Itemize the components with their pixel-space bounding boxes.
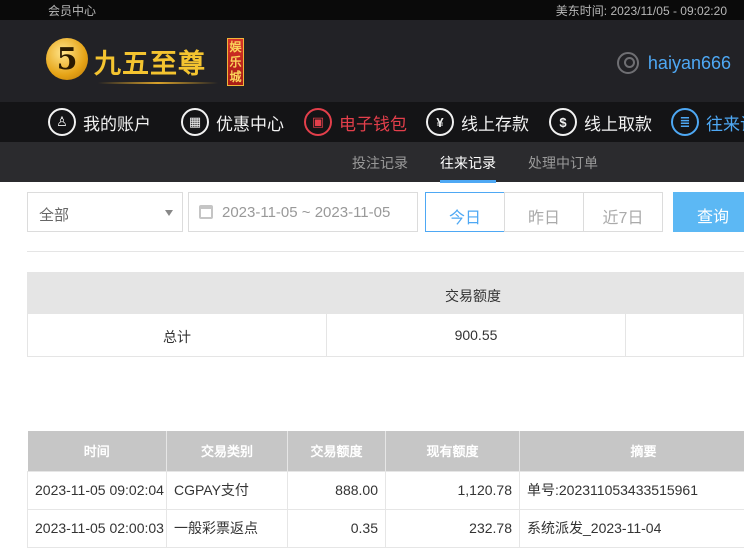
nav-item-e-wallet[interactable]: ▣ 电子钱包	[304, 107, 407, 137]
tab-pending-orders[interactable]: 处理中订单	[528, 153, 598, 173]
logo-text: 九五至尊	[94, 42, 206, 81]
nav-item-withdraw[interactable]: $ 线上取款	[549, 107, 652, 137]
main-nav: ♙ 我的账户 ▦ 优惠中心 ▣ 电子钱包 ¥ 线上存款 $ 线上取款 ≣ 往来记	[0, 102, 744, 142]
column-header-balance: 现有额度	[386, 431, 520, 471]
column-header-time: 时间	[28, 431, 167, 471]
cell-summary: 系统派发_2023-11-04	[520, 509, 744, 547]
withdraw-icon: $	[549, 108, 577, 136]
table-row: 2023-11-05 02:00:03 一般彩票返点 0.35 232.78 系…	[28, 509, 744, 547]
column-header-summary: 摘要	[520, 431, 744, 471]
transactions-table: 时间 交易类别 交易额度 现有额度 摘要 2023-11-05 09:02:04…	[27, 431, 744, 548]
nav-item-deposit[interactable]: ¥ 线上存款	[426, 107, 529, 137]
summary-header-label: 交易额度	[445, 286, 501, 306]
column-header-type: 交易类别	[167, 431, 288, 471]
date-range-input[interactable]: 2023-11-05 ~ 2023-11-05	[188, 192, 418, 232]
cell-type: CGPAY支付	[167, 471, 288, 509]
chevron-down-icon	[165, 210, 173, 216]
cell-balance: 232.78	[386, 509, 520, 547]
column-header-amount: 交易额度	[288, 431, 386, 471]
cell-time: 2023-11-05 02:00:03	[28, 509, 167, 547]
deposit-icon: ¥	[426, 108, 454, 136]
wallet-icon: ▣	[304, 108, 332, 136]
cell-summary: 单号:202311053433515961	[520, 471, 744, 509]
cell-balance: 1,120.78	[386, 471, 520, 509]
user-icon: ♙	[48, 108, 76, 136]
tab-bet-records[interactable]: 投注记录	[352, 153, 408, 173]
cell-amount: 0.35	[288, 509, 386, 547]
table-header-row: 时间 交易类别 交易额度 现有额度 摘要	[28, 431, 744, 471]
today-button[interactable]: 今日	[425, 192, 505, 232]
nav-item-promotions[interactable]: ▦ 优惠中心	[181, 107, 284, 137]
logo-subtitle: 娱乐城	[227, 38, 244, 86]
username: haiyan666	[648, 53, 731, 74]
header: 5 九五至尊 娱乐城 haiyan666	[0, 20, 744, 102]
cell-time: 2023-11-05 09:02:04	[28, 471, 167, 509]
gift-icon: ▦	[181, 108, 209, 136]
member-center-link[interactable]: 会员中心	[48, 2, 96, 19]
logo-emblem-icon: 5	[46, 38, 88, 80]
cell-type: 一般彩票返点	[167, 509, 288, 547]
records-icon: ≣	[671, 108, 699, 136]
table-row: 2023-11-05 09:02:04 CGPAY支付 888.00 1,120…	[28, 471, 744, 509]
cell-amount: 888.00	[288, 471, 386, 509]
tab-transaction-records[interactable]: 往来记录	[440, 153, 496, 173]
nav-item-records[interactable]: ≣ 往来记	[671, 107, 744, 137]
nav-item-my-account[interactable]: ♙ 我的账户	[48, 107, 151, 137]
avatar-icon	[617, 52, 639, 74]
user-account[interactable]: haiyan666	[617, 52, 731, 74]
summary-header: 交易额度	[27, 272, 744, 314]
transaction-type-select[interactable]: 全部	[27, 192, 183, 232]
summary-total-label: 总计	[28, 314, 327, 356]
summary-total-value: 900.55	[327, 314, 626, 356]
top-bar: 会员中心 美东时间: 2023/11/05 - 09:02:20	[0, 0, 744, 20]
eastern-time-clock: 美东时间: 2023/11/05 - 09:02:20	[556, 2, 727, 19]
query-button[interactable]: 查询	[673, 192, 744, 232]
calendar-icon	[199, 205, 213, 219]
yesterday-button[interactable]: 昨日	[504, 192, 584, 232]
divider	[27, 251, 744, 252]
logo-underline	[98, 82, 218, 84]
sub-nav: 投注记录 往来记录 处理中订单	[0, 142, 744, 182]
summary-row: 总计 900.55	[27, 314, 744, 357]
last-7-days-button[interactable]: 近7日	[583, 192, 663, 232]
